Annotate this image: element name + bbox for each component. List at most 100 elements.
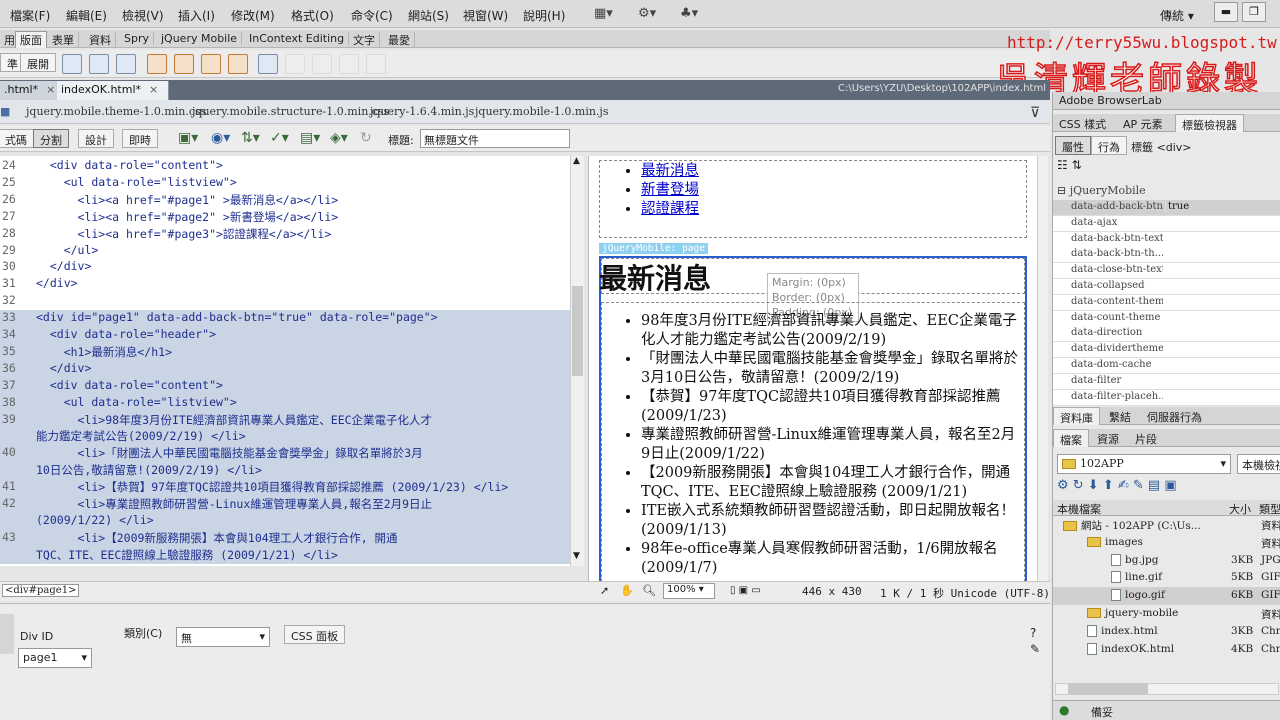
insert-frame2-icon[interactable] [174, 54, 194, 74]
attribute-row[interactable]: data-dom-cache [1053, 358, 1280, 374]
attribute-row[interactable]: data-add-back-btn true [1053, 200, 1280, 216]
code-view-button[interactable]: 式碼 [0, 129, 34, 148]
file-row[interactable]: line.gif 5KB GIF [1053, 569, 1280, 587]
attribute-row[interactable]: data-ajax [1053, 215, 1280, 232]
code-line[interactable]: 27 <li><a href="#page2" >新書登場</a></li> [0, 209, 570, 226]
code-scrollbar[interactable]: ▲ ▼ [570, 156, 584, 566]
menu-insert[interactable]: 插入(I) [178, 7, 215, 24]
attributes-button[interactable]: 屬性 [1055, 136, 1091, 155]
menu-modify[interactable]: 修改(M) [231, 7, 275, 24]
source-code-icon[interactable]: ■ [0, 105, 10, 118]
tab-files[interactable]: 檔案 [1053, 429, 1089, 447]
code-line[interactable]: 34 <div data-role="header"> [0, 327, 570, 344]
related-file[interactable]: jquery.mobile.theme-1.0.min.css [26, 105, 206, 118]
expanded-button[interactable]: 展開 [20, 53, 56, 72]
code-line[interactable]: 43 <li>【2009新服務開張】本會與104理工人才銀行合作, 開通 [0, 529, 570, 547]
code-line[interactable]: 能力鑑定考試公告(2009/2/19) </li> [0, 428, 570, 446]
behaviors-button[interactable]: 行為 [1091, 136, 1127, 155]
attribute-value[interactable]: true [1165, 201, 1189, 212]
insert-div-icon[interactable] [62, 54, 82, 74]
menu-edit[interactable]: 編輯(E) [66, 7, 107, 24]
files-toolbar-icons[interactable]: ⚙ ↻ ⬇ ⬆ ✍ ✎ ▤ ▣ [1057, 478, 1177, 493]
menu-commands[interactable]: 命令(C) [351, 7, 393, 24]
tab-incontext-editing[interactable]: InContext Editing [245, 32, 350, 45]
code-line[interactable]: 39 <li>98年度3月份ITE經濟部資訊專業人員鑑定、EEC企業電子化人才 [0, 411, 570, 429]
code-line[interactable]: 37 <div data-role="content"> [0, 377, 570, 395]
attribute-row[interactable]: data-count-theme [1053, 310, 1280, 327]
insert-frame3-icon[interactable] [201, 54, 221, 74]
menu-file[interactable]: 檔案(F) [10, 7, 50, 24]
zoom-select[interactable]: 100% ▾ [663, 583, 715, 599]
tab-css-styles[interactable]: CSS 樣式 [1053, 116, 1112, 132]
tab-bindings[interactable]: 繫結 [1103, 409, 1137, 425]
insert-ap-div-icon[interactable] [89, 54, 109, 74]
insert-frame4-icon[interactable] [228, 54, 248, 74]
filter-icon[interactable]: ⊽ [1030, 105, 1040, 121]
code-line[interactable]: 28 <li><a href="#page3">認證課程</a></li> [0, 226, 570, 243]
code-line[interactable]: (2009/1/22) </li> [0, 512, 570, 530]
visual-aids-icon[interactable]: ◈▾ [330, 130, 348, 146]
attr-group[interactable]: ⊟ jQueryMobile [1057, 184, 1146, 197]
css-panel-button[interactable]: CSS 面板 [284, 625, 346, 644]
menu-format[interactable]: 格式(O) [291, 7, 334, 24]
code-line[interactable]: TQC、ITE、EEC證照線上驗證服務 (2009/1/21) </li> [0, 546, 570, 564]
title-input[interactable]: 無標題文件 [420, 129, 570, 148]
attribute-row[interactable]: data-content-theme [1053, 294, 1280, 311]
nav-link[interactable]: 認證課程 [641, 201, 699, 217]
doc-tab-indexok[interactable]: indexOK.html* × [57, 81, 170, 100]
attribute-row[interactable]: data-filter [1053, 373, 1280, 390]
tab-spry[interactable]: Spry [120, 32, 154, 45]
folder-row[interactable]: images 資料 [1053, 534, 1280, 552]
folder-row[interactable]: 網站 - 102APP (C:\Us... 資料 [1053, 516, 1280, 534]
close-icon[interactable]: × [46, 83, 55, 96]
attribute-row[interactable]: data-back-btn-text [1053, 231, 1280, 248]
related-file[interactable]: jquery.mobile.structure-1.0.min.css [192, 105, 389, 118]
layout-icon[interactable]: ▦▾ [594, 6, 613, 21]
files-hscrollbar[interactable] [1055, 683, 1279, 695]
tab-layout[interactable]: 版面 [15, 31, 47, 48]
scroll-down-icon[interactable]: ▼ [573, 551, 580, 561]
workspace-switcher[interactable]: 傳統 ▾ [1160, 7, 1194, 24]
refresh-icon[interactable]: ↻ [360, 130, 372, 146]
col-type[interactable]: 類型 [1259, 501, 1280, 517]
insert-table-icon[interactable] [116, 54, 136, 74]
tab-forms[interactable]: 表單 [48, 32, 79, 48]
col-size[interactable]: 大小 [1229, 501, 1251, 517]
code-view[interactable]: 24 <div data-role="content"> 25 <ul data-… [0, 156, 570, 566]
tab-assets[interactable]: 資源 [1091, 431, 1125, 447]
file-row[interactable]: indexOK.html 4KB Chro [1053, 641, 1280, 659]
scroll-thumb[interactable] [572, 286, 583, 376]
tag-selector[interactable]: <div#page1> [2, 584, 80, 597]
file-row[interactable]: index.html 3KB Chro [1053, 623, 1280, 641]
code-line[interactable]: 30 </div> [0, 259, 570, 276]
close-icon[interactable]: × [149, 83, 158, 96]
file-row[interactable]: bg.jpg 3KB JPG [1053, 552, 1280, 570]
select-tool-icon[interactable]: ➚ [600, 584, 609, 597]
file-row[interactable]: logo.gif 6KB GIF [1053, 587, 1280, 606]
tab-jquery-mobile[interactable]: jQuery Mobile [157, 32, 243, 45]
class-select[interactable]: 無 ▾ [176, 627, 270, 647]
tab-data[interactable]: 資料 [85, 32, 116, 48]
window-size[interactable]: 446 x 430 [802, 585, 862, 598]
tab-databases[interactable]: 資料庫 [1053, 407, 1100, 425]
tab-ap-elements[interactable]: AP 元素 [1117, 116, 1169, 132]
validate-icon[interactable]: ✓▾ [270, 130, 289, 146]
code-line[interactable]: 26 <li><a href="#page1" >最新消息</a></li> [0, 192, 570, 209]
design-view[interactable]: 最新消息 新書登場 認證課程 jQueryMobile: page 最新消息 M… [588, 156, 1048, 581]
file-management-icon[interactable]: ⇅▾ [241, 130, 260, 146]
code-line[interactable]: 31 </div> [0, 276, 570, 293]
code-line[interactable]: 35 <h1>最新消息</h1> [0, 343, 570, 361]
tab-server-behaviors[interactable]: 伺服器行為 [1141, 409, 1208, 425]
design-scrollbar[interactable] [1037, 156, 1048, 581]
design-view-button[interactable]: 設計 [78, 129, 114, 148]
split-view-button[interactable]: 分割 [33, 129, 69, 148]
hand-tool-icon[interactable]: ✋ [620, 584, 634, 597]
nav-link[interactable]: 最新消息 [641, 163, 699, 179]
attribute-row[interactable]: data-dividertheme [1053, 342, 1280, 359]
site-select[interactable]: 102APP ▾ [1057, 454, 1231, 474]
site-icon[interactable]: ♣▾ [680, 6, 698, 21]
attribute-row[interactable]: data-back-btn-th... [1053, 247, 1280, 264]
folder-row[interactable]: jquery-mobile 資料 [1053, 605, 1280, 623]
window-size-icon[interactable]: ▯ ▣ ▭ [730, 585, 761, 596]
attribute-row[interactable]: data-filter-placeh... [1053, 389, 1280, 406]
